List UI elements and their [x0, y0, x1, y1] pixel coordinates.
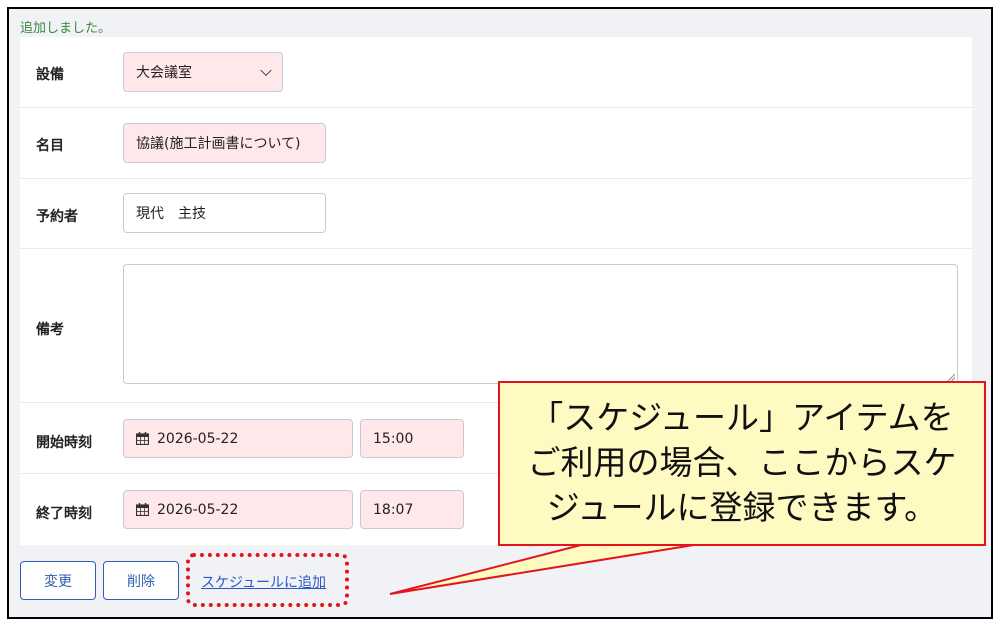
callout-line-3: ジュールに登録できます。 — [546, 488, 938, 527]
annotation-callout: 「スケジュール」アイテムを ご利用の場合、ここからスケ ジュールに登録できます。 — [498, 381, 986, 546]
callout-line-2: ご利用の場合、ここからスケ — [527, 443, 957, 482]
callout-line-1: 「スケジュール」アイテムを — [530, 398, 954, 437]
callout-text: 「スケジュール」アイテムを ご利用の場合、ここからスケ ジュールに登録できます。 — [500, 395, 984, 530]
